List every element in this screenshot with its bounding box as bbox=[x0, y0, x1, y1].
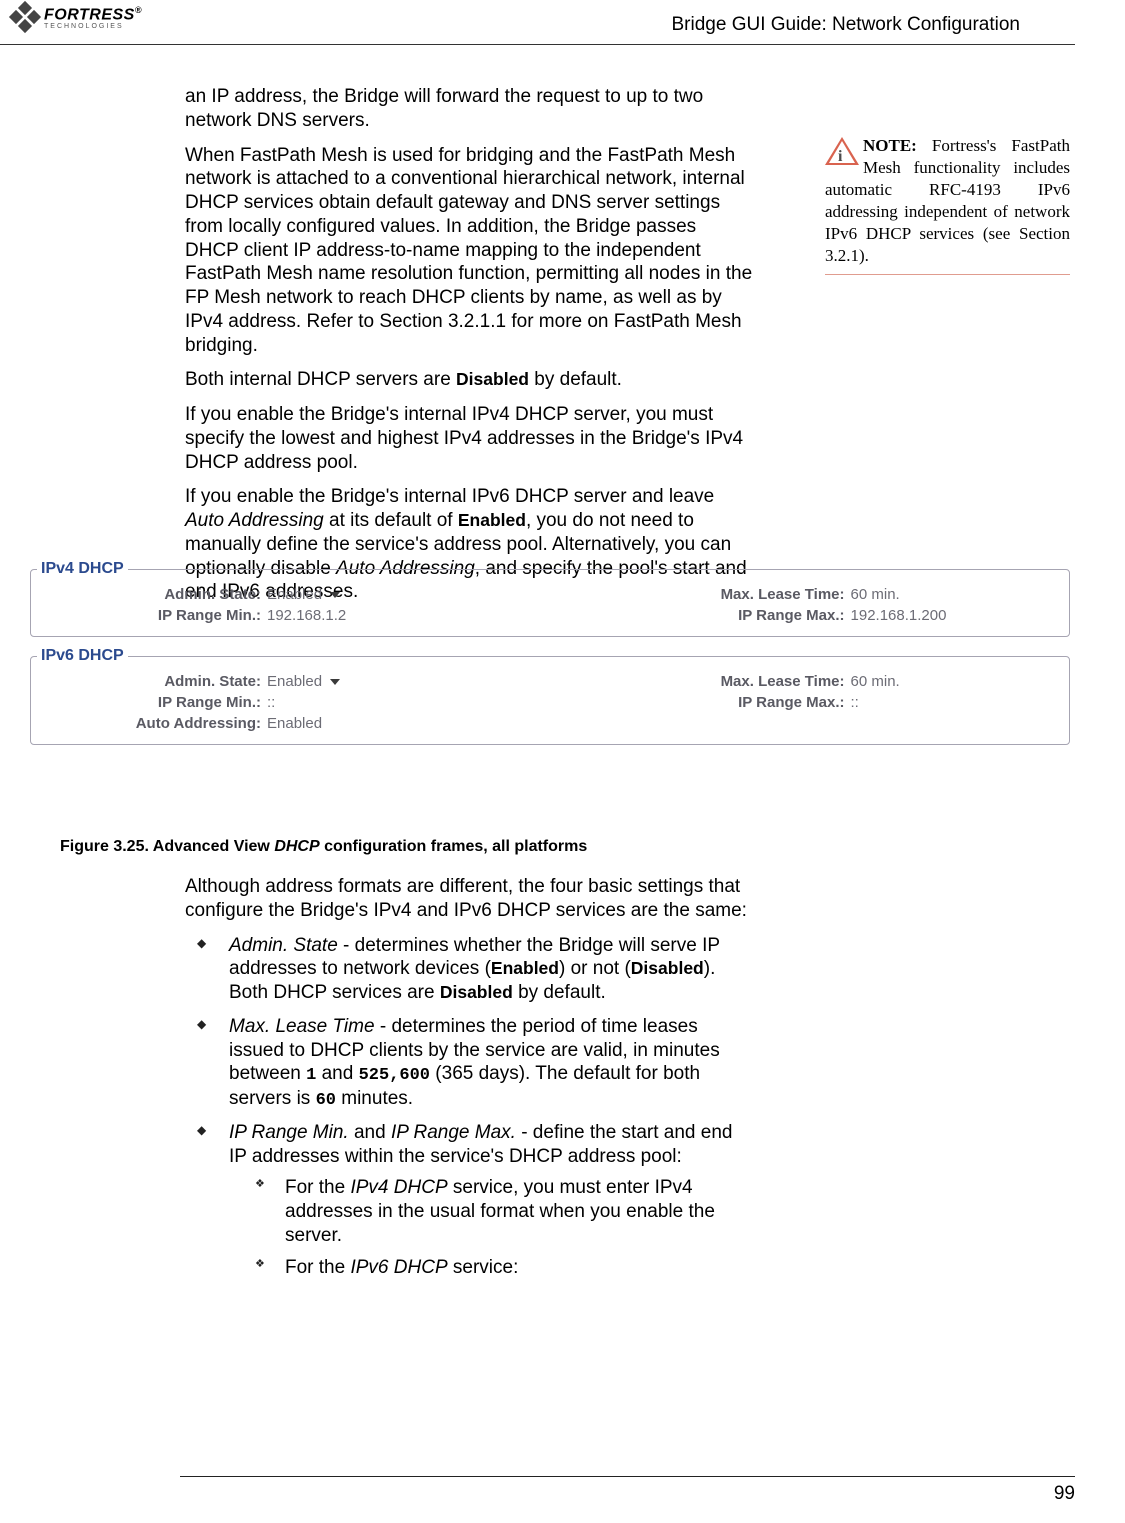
page-header: FORTRESS® TECHNOLOGIES Bridge GUI Guide:… bbox=[0, 0, 1075, 45]
note-label: NOTE: bbox=[863, 136, 917, 155]
ip-range-min-value: :: bbox=[267, 694, 275, 711]
dhcp-screenshot: IPv4 DHCP Admin. State: Enabled Max. Lea… bbox=[30, 560, 1070, 755]
logo: FORTRESS® TECHNOLOGIES bbox=[12, 4, 142, 32]
lease-time-label: Max. Lease Time: bbox=[571, 586, 851, 603]
page-footer: 99 bbox=[180, 1476, 1075, 1505]
ipv6-dhcp-fieldset: IPv6 DHCP Admin. State: Enabled Max. Lea… bbox=[30, 647, 1070, 745]
logo-main: FORTRESS bbox=[44, 6, 135, 23]
list-item: For the IPv4 DHCP service, you must ente… bbox=[269, 1176, 753, 1247]
lease-time-value: 60 min. bbox=[851, 586, 900, 603]
logo-sub: TECHNOLOGIES bbox=[44, 23, 142, 30]
admin-state-label: Admin. State: bbox=[37, 586, 267, 603]
fortress-logo-icon bbox=[12, 4, 40, 32]
paragraph: If you enable the Bridge's internal IPv4… bbox=[185, 403, 753, 474]
body-text-upper: an IP address, the Bridge will forward t… bbox=[185, 85, 753, 615]
ip-range-max-label: IP Range Max.: bbox=[571, 607, 851, 624]
chevron-down-icon bbox=[330, 592, 340, 598]
header-title: Bridge GUI Guide: Network Configuration bbox=[672, 14, 1021, 36]
admin-state-dropdown[interactable]: Enabled bbox=[267, 673, 340, 690]
paragraph: Although address formats are different, … bbox=[185, 875, 753, 923]
ip-range-max-label: IP Range Max.: bbox=[571, 694, 851, 711]
ipv4-dhcp-fieldset: IPv4 DHCP Admin. State: Enabled Max. Lea… bbox=[30, 560, 1070, 637]
body-text-lower: Although address formats are different, … bbox=[185, 875, 753, 1289]
list-item: For the IPv6 DHCP service: bbox=[269, 1256, 753, 1280]
ip-range-min-label: IP Range Min.: bbox=[37, 607, 267, 624]
lease-time-label: Max. Lease Time: bbox=[571, 673, 851, 690]
admin-state-label: Admin. State: bbox=[37, 673, 267, 690]
logo-text: FORTRESS® TECHNOLOGIES bbox=[44, 6, 142, 30]
note-text: Fortress's FastPath Mesh functionality i… bbox=[825, 136, 1070, 265]
ipv4-legend: IPv4 DHCP bbox=[37, 560, 128, 578]
list-item: Admin. State - determines whether the Br… bbox=[211, 934, 753, 1005]
note-sidebar: i NOTE: Fortress's FastPath Mesh functio… bbox=[825, 135, 1070, 275]
paragraph: an IP address, the Bridge will forward t… bbox=[185, 85, 753, 133]
paragraph: Both internal DHCP servers are Disabled … bbox=[185, 368, 753, 392]
lease-time-value: 60 min. bbox=[851, 673, 900, 690]
list-item: Max. Lease Time - determines the period … bbox=[211, 1015, 753, 1111]
page-number: 99 bbox=[1054, 1483, 1075, 1504]
list-item: IP Range Min. and IP Range Max. - define… bbox=[211, 1121, 753, 1280]
auto-addressing-value: Enabled bbox=[267, 715, 322, 732]
ip-range-max-value: :: bbox=[851, 694, 859, 711]
ip-range-min-value: 192.168.1.2 bbox=[267, 607, 346, 624]
auto-addressing-label: Auto Addressing: bbox=[37, 715, 267, 732]
admin-state-dropdown[interactable]: Enabled bbox=[267, 586, 340, 603]
note-alert-icon: i bbox=[825, 137, 859, 167]
chevron-down-icon bbox=[330, 679, 340, 685]
ipv6-legend: IPv6 DHCP bbox=[37, 647, 128, 665]
paragraph: When FastPath Mesh is used for bridging … bbox=[185, 144, 753, 358]
ip-range-min-label: IP Range Min.: bbox=[37, 694, 267, 711]
ip-range-max-value: 192.168.1.200 bbox=[851, 607, 947, 624]
figure-caption: Figure 3.25. Advanced View DHCP configur… bbox=[60, 838, 587, 856]
